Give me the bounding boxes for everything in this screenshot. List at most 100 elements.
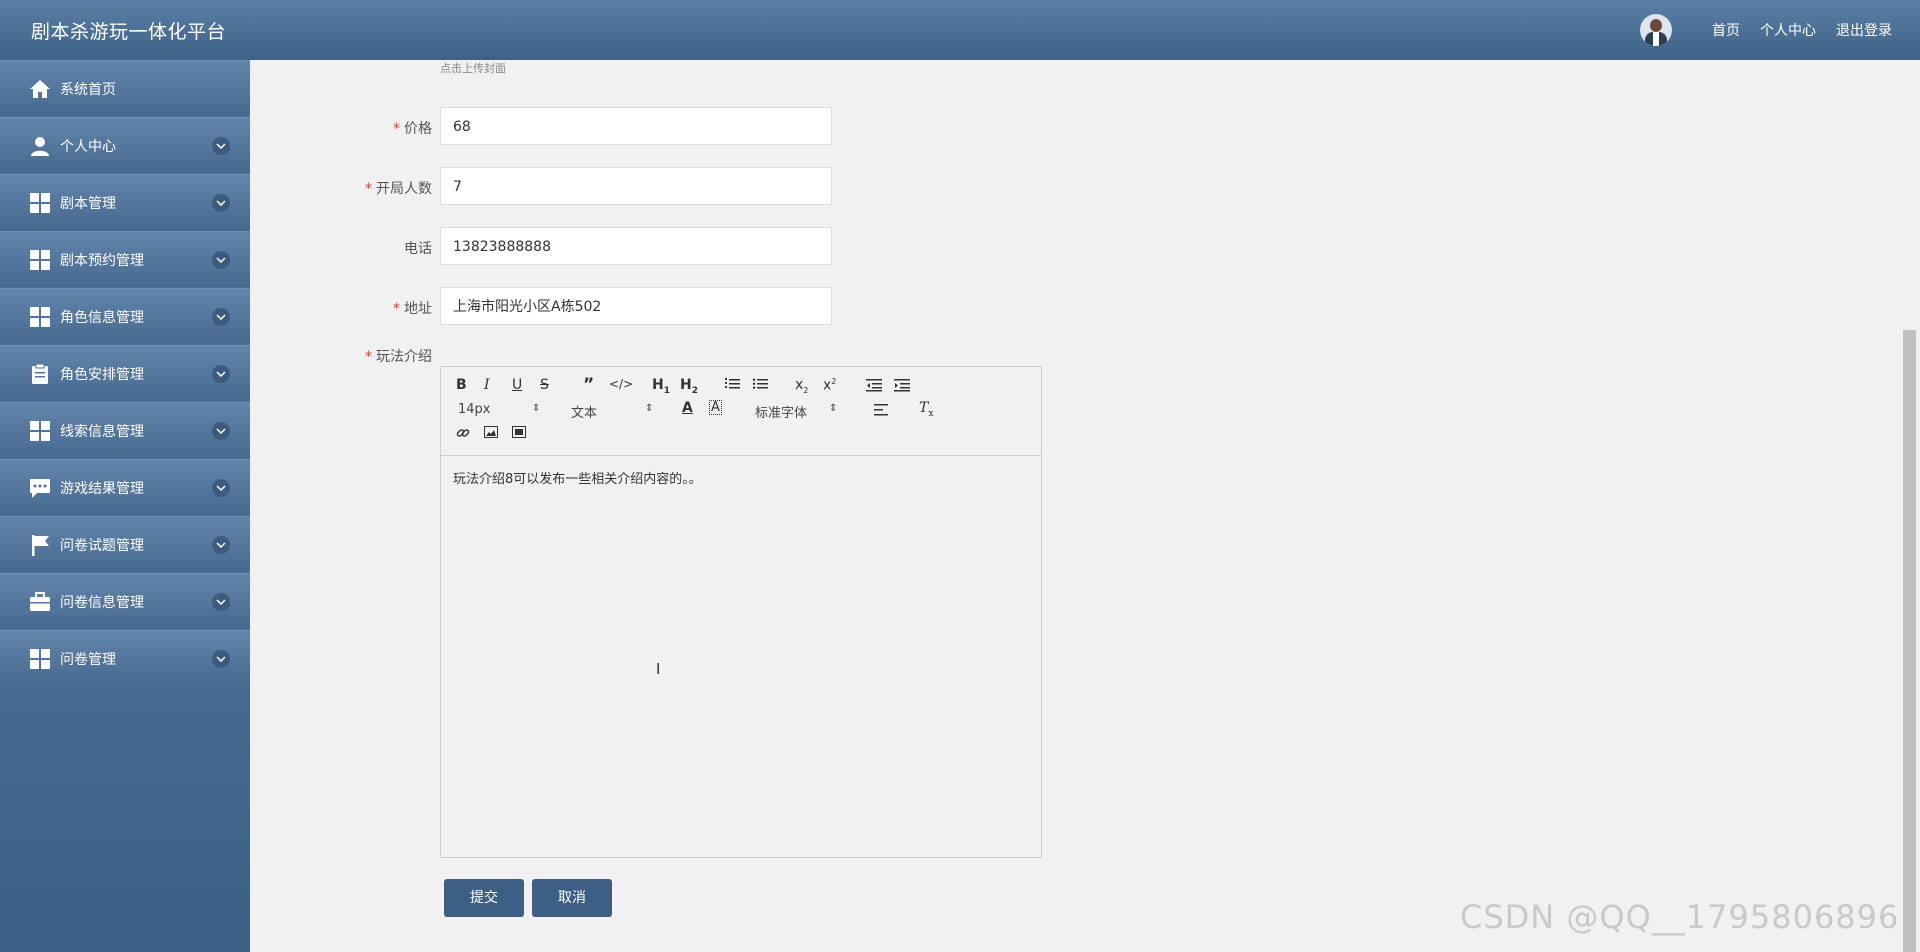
clear-format-icon[interactable]: Tx xyxy=(919,400,933,419)
upload-cover-hint[interactable]: 点击上传封面 xyxy=(440,60,506,76)
scrollbar[interactable] xyxy=(1903,330,1916,952)
chevron-down-icon[interactable] xyxy=(212,536,230,554)
address-input[interactable]: 上海市阳光小区A栋502 xyxy=(440,287,832,325)
flag-icon xyxy=(28,533,52,557)
chevron-down-icon[interactable] xyxy=(212,650,230,668)
players-row: * 开局人数 7 xyxy=(250,167,1150,207)
chevron-down-icon[interactable] xyxy=(212,365,230,383)
font-family-select[interactable]: 标准字体 xyxy=(755,402,807,421)
briefcase-icon xyxy=(28,590,52,614)
header-select[interactable]: 文本 xyxy=(571,402,597,421)
sidebar-item-label: 剧本管理 xyxy=(60,195,116,212)
font-size-select[interactable]: 14px xyxy=(458,402,491,417)
chat-icon xyxy=(28,476,52,500)
top-nav: 首页 个人中心 退出登录 xyxy=(1640,0,1892,60)
font-size-arrow-icon: ⇕ xyxy=(532,403,541,414)
app-title: 剧本杀游玩一体化平台 xyxy=(31,21,227,43)
sidebar-item-label: 个人中心 xyxy=(60,138,116,155)
chevron-down-icon[interactable] xyxy=(212,479,230,497)
sidebar-item-script[interactable]: 剧本管理 xyxy=(0,174,250,231)
grid-icon xyxy=(28,191,52,215)
background-color-icon[interactable]: A xyxy=(709,400,722,415)
sidebar-item-label: 角色安排管理 xyxy=(60,366,144,383)
text-cursor-icon: I xyxy=(656,660,661,678)
sidebar-item-survey-info[interactable]: 问卷信息管理 xyxy=(0,573,250,630)
superscript-icon[interactable]: x2 xyxy=(823,377,836,394)
link-icon[interactable] xyxy=(456,426,470,444)
grid-icon xyxy=(28,248,52,272)
indent-icon[interactable] xyxy=(894,378,910,396)
font-family-arrow-icon: ⇕ xyxy=(829,403,838,414)
editor-content[interactable]: 玩法介绍8可以发布一些相关介绍内容的。。 xyxy=(441,456,1041,499)
phone-label: 电话 xyxy=(404,241,432,257)
sidebar-item-label: 线索信息管理 xyxy=(60,423,144,440)
players-label: * 开局人数 xyxy=(365,181,432,197)
sidebar-item-reservation[interactable]: 剧本预约管理 xyxy=(0,231,250,288)
price-label: * 价格 xyxy=(393,121,432,137)
sidebar-item-label: 问卷试题管理 xyxy=(60,537,144,554)
price-row: * 价格 68 xyxy=(250,107,1150,147)
grid-icon xyxy=(28,419,52,443)
chevron-down-icon[interactable] xyxy=(212,251,230,269)
sidebar-item-label: 问卷管理 xyxy=(60,651,116,668)
ordered-list-icon[interactable] xyxy=(724,377,740,395)
sidebar-item-role-info[interactable]: 角色信息管理 xyxy=(0,288,250,345)
home-icon xyxy=(28,77,52,101)
intro-label: * 玩法介绍 xyxy=(365,349,432,365)
subscript-icon[interactable]: x2 xyxy=(795,377,808,395)
sidebar-item-home[interactable]: 系统首页 xyxy=(0,60,250,117)
rich-text-editor: B I U S ” </> H1 H2 x2 x2 14px ⇕ 文本 ⇕ A … xyxy=(440,366,1042,858)
sidebar-item-label: 剧本预约管理 xyxy=(60,252,144,269)
underline-icon[interactable]: U xyxy=(512,377,522,393)
address-label: * 地址 xyxy=(393,301,432,317)
cancel-button[interactable]: 取消 xyxy=(532,879,612,917)
sidebar-item-label: 系统首页 xyxy=(60,81,116,98)
font-color-icon[interactable]: A xyxy=(682,400,693,416)
grid-icon xyxy=(28,305,52,329)
sidebar-item-label: 角色信息管理 xyxy=(60,309,144,326)
sidebar-item-survey[interactable]: 问卷管理 xyxy=(0,630,250,687)
main-content: 点击上传封面 * 价格 68 * 开局人数 7 电话 13823888888 * 地址… xyxy=(250,60,1900,952)
submit-button[interactable]: 提交 xyxy=(444,879,524,917)
sidebar-item-profile[interactable]: 个人中心 xyxy=(0,117,250,174)
chevron-down-icon[interactable] xyxy=(212,137,230,155)
price-input[interactable]: 68 xyxy=(440,107,832,145)
watermark: CSDN @QQ__1795806896 xyxy=(1460,898,1900,936)
chevron-down-icon[interactable] xyxy=(212,194,230,212)
phone-input[interactable]: 13823888888 xyxy=(440,227,832,265)
sidebar-item-role-arrangement[interactable]: 角色安排管理 xyxy=(0,345,250,402)
phone-row: 电话 13823888888 xyxy=(250,227,1150,267)
sidebar-item-question[interactable]: 问卷试题管理 xyxy=(0,516,250,573)
strikethrough-icon[interactable]: S xyxy=(540,377,549,393)
italic-icon[interactable]: I xyxy=(484,377,490,393)
header-arrow-icon: ⇕ xyxy=(645,403,654,414)
sidebar-item-clue[interactable]: 线索信息管理 xyxy=(0,402,250,459)
header2-icon[interactable]: H2 xyxy=(680,377,698,396)
header1-icon[interactable]: H1 xyxy=(652,377,670,396)
video-icon[interactable] xyxy=(512,426,526,442)
sidebar-item-label: 问卷信息管理 xyxy=(60,594,144,611)
players-input[interactable]: 7 xyxy=(440,167,832,205)
align-icon[interactable] xyxy=(874,404,888,420)
nav-logout-link[interactable]: 退出登录 xyxy=(1836,20,1892,40)
image-icon[interactable] xyxy=(484,426,498,442)
sidebar: 系统首页 个人中心 剧本管理 剧本预约管理 角色信息管理 角色安排管理 线索信息… xyxy=(0,60,250,952)
top-bar: 剧本杀游玩一体化平台 首页 个人中心 退出登录 xyxy=(0,0,1920,60)
code-block-icon[interactable]: </> xyxy=(609,377,633,391)
sidebar-item-label: 游戏结果管理 xyxy=(60,480,144,497)
nav-profile-link[interactable]: 个人中心 xyxy=(1760,20,1816,40)
chevron-down-icon[interactable] xyxy=(212,422,230,440)
user-icon xyxy=(28,134,52,158)
address-row: * 地址 上海市阳光小区A栋502 xyxy=(250,287,1150,327)
avatar[interactable] xyxy=(1640,14,1672,46)
blockquote-icon[interactable]: ” xyxy=(583,375,594,395)
bold-icon[interactable]: B xyxy=(456,377,467,393)
sidebar-item-game-result[interactable]: 游戏结果管理 xyxy=(0,459,250,516)
bullet-list-icon[interactable] xyxy=(752,377,768,395)
editor-toolbar: B I U S ” </> H1 H2 x2 x2 14px ⇕ 文本 ⇕ A … xyxy=(441,367,1041,456)
chevron-down-icon[interactable] xyxy=(212,593,230,611)
chevron-down-icon[interactable] xyxy=(212,308,230,326)
outdent-icon[interactable] xyxy=(866,378,882,396)
grid-icon xyxy=(28,647,52,671)
nav-home-link[interactable]: 首页 xyxy=(1712,20,1740,40)
